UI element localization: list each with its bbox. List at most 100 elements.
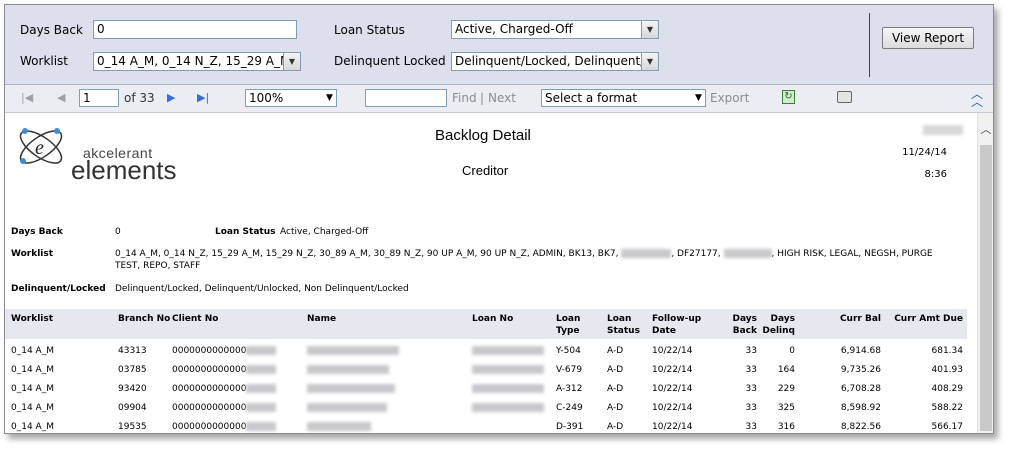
- view-report-button[interactable]: View Report: [882, 27, 974, 49]
- redacted-text: [621, 249, 672, 258]
- export-link[interactable]: Export: [710, 91, 749, 105]
- report-viewer-window: Days Back 0 Worklist 0_14 A_M, 0_14 N_Z,…: [4, 4, 994, 434]
- loan-status-label: Loan Status: [334, 23, 405, 37]
- worklist-select[interactable]: 0_14 A_M, 0_14 N_Z, 15_29 A_M ▼: [93, 52, 301, 71]
- redacted-text: [472, 384, 544, 393]
- col-loan-status: Loan Status: [607, 314, 640, 336]
- page-number-input[interactable]: 1: [79, 89, 119, 107]
- cell-loan-type: D-391: [556, 422, 584, 432]
- cell-name: [307, 345, 399, 357]
- cell-curr-bal: 8,598.92: [840, 403, 881, 413]
- col-days-back: Days Back: [732, 314, 758, 336]
- col-days-delinq: Days Delinq: [762, 314, 795, 336]
- chevron-down-icon[interactable]: ▼: [323, 89, 337, 107]
- cell-client-value: 0000000000000: [172, 365, 247, 375]
- cell-amt-due: 588.22: [931, 403, 964, 413]
- collapse-params-icon[interactable]: ︿ ︿: [971, 88, 983, 108]
- cell-worklist: 0_14 A_M: [11, 365, 54, 375]
- zoom-select[interactable]: 100% ▼: [245, 89, 337, 107]
- report-title: Backlog Detail: [435, 127, 531, 144]
- delinquent-locked-select[interactable]: Delinquent/Locked, Delinquent/U ▼: [451, 52, 659, 71]
- scroll-up-icon[interactable]: ︿: [978, 121, 993, 137]
- cell-name: [307, 383, 395, 395]
- redacted-report-id: [923, 125, 963, 135]
- cell-loan-type: A-312: [556, 384, 583, 394]
- cell-loan-no: [472, 364, 544, 376]
- cell-name: [307, 364, 389, 376]
- cell-amt-due: 401.93: [931, 365, 964, 375]
- summary-worklist-value: 0_14 A_M, 0_14 N_Z, 15_29 A_M, 15_29 N_Z…: [115, 248, 965, 260]
- cell-days-delinq: 316: [777, 422, 795, 432]
- print-icon[interactable]: [837, 91, 852, 103]
- days-back-input[interactable]: 0: [93, 20, 297, 39]
- loan-status-select[interactable]: Active, Charged-Off ▼: [451, 20, 659, 39]
- days-back-label: Days Back: [20, 23, 83, 37]
- chevron-down-icon[interactable]: ▼: [642, 20, 659, 39]
- redacted-text: [246, 422, 277, 431]
- cell-days-back: 33: [745, 422, 757, 432]
- summary-worklist-label: Worklist: [11, 249, 54, 259]
- summary-worklist-part1: 0_14 A_M, 0_14 N_Z, 15_29 A_M, 15_29 N_Z…: [115, 249, 619, 259]
- worklist-label: Worklist: [20, 54, 69, 68]
- loan-status-select-value: Active, Charged-Off: [451, 20, 642, 39]
- summary-worklist-part3: , HIGH RISK, LEGAL, NEGSH, PURGE: [771, 249, 933, 259]
- chevron-down-icon[interactable]: ▼: [284, 52, 301, 71]
- cell-loan-no: [472, 383, 544, 395]
- report-time: 8:36: [924, 169, 947, 180]
- cell-days-back: 33: [745, 403, 757, 413]
- cell-client-value: 0000000000000: [172, 403, 247, 413]
- col-name: Name: [307, 314, 337, 324]
- scrollbar-thumb[interactable]: [980, 145, 992, 431]
- redacted-text: [307, 365, 389, 374]
- last-page-icon[interactable]: ▶|: [197, 91, 209, 104]
- cell-loan-type: C-249: [556, 403, 583, 413]
- prev-page-icon[interactable]: ◀: [57, 91, 65, 104]
- cell-client-value: 0000000000000: [172, 422, 247, 432]
- table-header: Worklist Branch No Client No Name Loan N…: [5, 309, 967, 339]
- company-logo: e akcelerant elements: [11, 117, 201, 187]
- cell-status: A-D: [607, 422, 624, 432]
- cell-curr-bal: 8,822.56: [840, 422, 881, 432]
- cell-days-back: 33: [745, 365, 757, 375]
- next-link[interactable]: Next: [488, 91, 516, 105]
- cell-name: [307, 421, 371, 433]
- cell-loan-no: [472, 345, 544, 357]
- cell-branch: 43313: [118, 346, 147, 356]
- cell-days-back: 33: [745, 346, 757, 356]
- cell-client: 0000000000000: [172, 383, 277, 395]
- chevron-down-icon[interactable]: ▼: [692, 89, 706, 107]
- find-separator: |: [480, 91, 485, 105]
- cell-worklist: 0_14 A_M: [11, 384, 54, 394]
- cell-worklist: 0_14 A_M: [11, 422, 54, 432]
- cell-branch: 03785: [118, 365, 147, 375]
- summary-delinquent-value: Delinquent/Locked, Delinquent/Unlocked, …: [115, 284, 409, 294]
- first-page-icon[interactable]: |◀: [21, 91, 33, 104]
- cell-curr-bal: 6,914.68: [840, 346, 881, 356]
- col-follow-up-date: Follow-up Date: [652, 314, 702, 336]
- summary-loan-status-value: Active, Charged-Off: [280, 227, 369, 237]
- find-input[interactable]: [365, 89, 447, 107]
- cell-client: 0000000000000: [172, 345, 277, 357]
- refresh-icon[interactable]: ↻: [782, 90, 795, 104]
- cell-status: A-D: [607, 403, 624, 413]
- redacted-text: [472, 346, 544, 355]
- summary-worklist-part2: , DF27177,: [671, 249, 721, 259]
- vertical-scrollbar[interactable]: ︿: [977, 113, 993, 433]
- cell-status: A-D: [607, 384, 624, 394]
- redacted-text: [246, 346, 277, 355]
- cell-days-back: 33: [745, 384, 757, 394]
- cell-loan-type: Y-504: [556, 346, 581, 356]
- delinquent-locked-label: Delinquent Locked: [334, 54, 446, 68]
- find-link[interactable]: Find: [452, 91, 477, 105]
- chevron-down-icon[interactable]: ▼: [642, 52, 659, 71]
- summary-days-back-label: Days Back: [11, 227, 63, 237]
- cell-followup: 10/22/14: [652, 365, 693, 375]
- cell-branch: 93420: [118, 384, 147, 394]
- next-page-icon[interactable]: ▶: [167, 91, 175, 104]
- worklist-select-value: 0_14 A_M, 0_14 N_Z, 15_29 A_M: [93, 52, 284, 71]
- export-format-value: Select a format: [541, 89, 692, 107]
- cell-worklist: 0_14 A_M: [11, 346, 54, 356]
- redacted-text: [472, 365, 544, 374]
- cell-worklist: 0_14 A_M: [11, 403, 54, 413]
- export-format-select[interactable]: Select a format ▼: [541, 89, 706, 107]
